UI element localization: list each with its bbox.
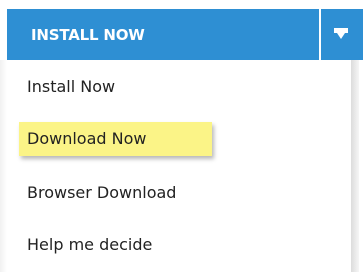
menu-item-help-me-decide[interactable]: Help me decide [7, 224, 351, 268]
install-dropdown-widget: INSTALL NOW Install Now Download Now Bro… [0, 0, 363, 272]
menu-item-install-now[interactable]: Install Now [7, 66, 351, 110]
menu-item-label: Help me decide [27, 235, 153, 254]
dropdown-toggle-button[interactable] [321, 9, 363, 60]
caret-down-icon [334, 28, 348, 39]
menu-item-label: Install Now [27, 77, 116, 96]
menu-item-label: Browser Download [27, 183, 177, 202]
menu-item-label: Download Now [27, 129, 147, 148]
menu-item-download-now[interactable]: Download Now [7, 118, 351, 162]
menu-item-browser-download[interactable]: Browser Download [7, 172, 351, 216]
menu-right-shadow [351, 60, 359, 272]
dropdown-menu: Install Now Download Now Browser Downloa… [7, 60, 351, 272]
menu-left-edge [0, 60, 7, 272]
install-now-button[interactable]: INSTALL NOW [7, 9, 319, 60]
install-split-button: INSTALL NOW [7, 9, 363, 60]
